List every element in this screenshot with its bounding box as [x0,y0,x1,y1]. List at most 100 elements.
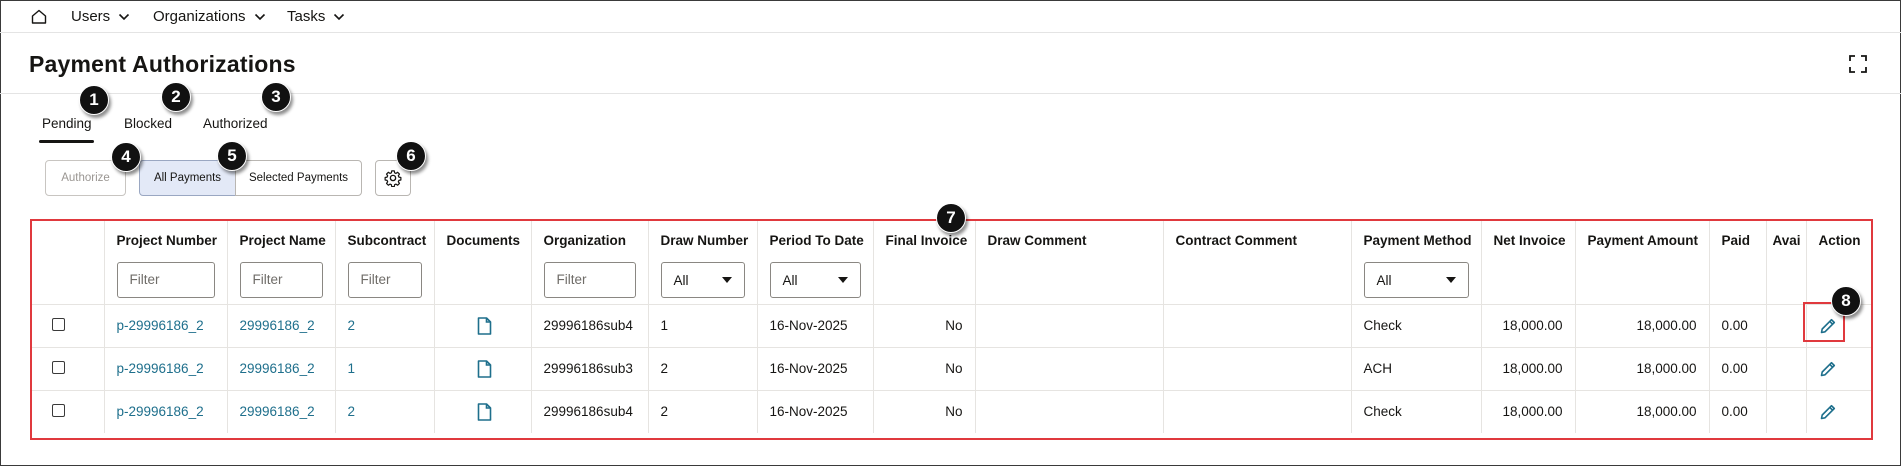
payment-amount-cell: 18,000.00 [1575,347,1710,390]
organization-filter-input[interactable]: Filter [543,262,636,298]
document-icon[interactable] [477,359,492,378]
edit-pencil-icon[interactable] [1819,360,1837,378]
payment-method-cell: ACH [1351,347,1482,390]
draw-number-cell: 2 [648,347,758,390]
payments-table: Project Number Filter Project Name Filte… [32,221,1871,433]
column-header-organization: Organization Filter [531,221,649,304]
column-header-net-invoice: Net Invoice [1481,221,1576,304]
draw-comment-cell [975,304,1164,347]
project-name-link[interactable]: 29996186_2 [227,390,336,433]
column-header-label: Documents [446,233,521,248]
organization-cell: 29996186sub4 [531,390,649,433]
project-number-link[interactable]: p-29996186_2 [104,390,228,433]
column-header-label: Project Name [239,233,326,248]
callout-badge-8: 8 [1831,286,1861,316]
document-icon[interactable] [477,316,492,335]
net-invoice-cell: 18,000.00 [1481,304,1576,347]
period-to-date-cell: 16-Nov-2025 [757,304,874,347]
table-row: p-29996186_2 29996186_2 1 29996186sub3 2… [32,347,1871,390]
period-to-date-filter-select[interactable]: All [769,262,861,298]
tab-pending[interactable]: Pending [42,116,92,131]
column-header-payment-amount: Payment Amount [1575,221,1710,304]
chevron-down-icon [334,13,345,20]
period-to-date-cell: 16-Nov-2025 [757,347,874,390]
column-header-label: Organization [543,233,627,248]
tab-blocked[interactable]: Blocked [124,116,172,131]
tab-authorized[interactable]: Authorized [203,116,268,131]
contract-comment-cell [1163,390,1352,433]
callout-badge-2: 2 [161,82,191,112]
row-select-checkbox[interactable] [52,317,65,331]
payment-amount-cell: 18,000.00 [1575,304,1710,347]
document-icon[interactable] [477,402,492,421]
caret-down-icon [1445,277,1456,283]
column-header-paid: Paid [1709,221,1767,304]
organization-cell: 29996186sub4 [531,304,649,347]
column-header-subcontract: Subcontract Filter [335,221,435,304]
callout-badge-5: 5 [217,141,247,171]
column-header-documents: Documents [434,221,532,304]
column-header-contract-comment: Contract Comment [1163,221,1352,304]
column-header-project-name: Project Name Filter [227,221,336,304]
column-header-label: Draw Number [660,233,749,248]
organization-cell: 29996186sub3 [531,347,649,390]
column-header-available: Avai [1766,221,1807,304]
project-number-filter-input[interactable]: Filter [116,262,215,298]
paid-cell: 0.00 [1709,304,1767,347]
draw-comment-cell [975,347,1164,390]
table-row: p-29996186_2 29996186_2 2 29996186sub4 1… [32,304,1871,347]
column-header-label: Payment Method [1363,233,1472,248]
final-invoice-cell: No [873,347,976,390]
column-header-period-to-date: Period To Date All [757,221,874,304]
table-header-row: Project Number Filter Project Name Filte… [32,221,1871,304]
nav-organizations-label: Organizations [153,8,246,25]
row-select-checkbox[interactable] [52,360,65,374]
select-value: All [673,272,689,288]
paid-cell: 0.00 [1709,347,1767,390]
project-number-link[interactable]: p-29996186_2 [104,304,228,347]
nav-users[interactable]: Users [71,8,130,25]
nav-organizations[interactable]: Organizations [153,8,266,25]
caret-down-icon [721,277,732,283]
select-value: All [782,272,798,288]
payment-method-cell: Check [1351,390,1482,433]
caret-down-icon [837,277,848,283]
available-cell [1766,390,1807,433]
page-title: Payment Authorizations [29,51,296,77]
draw-number-cell: 2 [648,390,758,433]
column-header-label: Subcontract [347,233,427,248]
select-value: All [1376,272,1392,288]
available-cell [1766,347,1807,390]
contract-comment-cell [1163,304,1352,347]
column-header-payment-method: Payment Method All [1351,221,1482,304]
paid-cell: 0.00 [1709,390,1767,433]
project-number-link[interactable]: p-29996186_2 [104,347,228,390]
nav-tasks[interactable]: Tasks [287,8,345,25]
project-name-filter-input[interactable]: Filter [239,262,323,298]
tab-selected-indicator [39,140,94,143]
table-row: p-29996186_2 29996186_2 2 29996186sub4 2… [32,390,1871,433]
subcontract-link[interactable]: 2 [335,390,435,433]
column-header-draw-number: Draw Number All [648,221,758,304]
home-icon[interactable] [31,9,47,24]
project-name-link[interactable]: 29996186_2 [227,347,336,390]
top-nav: Users Organizations Tasks [0,0,1901,33]
row-select-checkbox[interactable] [52,403,65,417]
selected-payments-button[interactable]: Selected Payments [235,160,362,196]
project-name-link[interactable]: 29996186_2 [227,304,336,347]
draw-number-filter-select[interactable]: All [660,262,745,298]
final-invoice-cell: No [873,304,976,347]
nav-tasks-label: Tasks [287,8,326,25]
net-invoice-cell: 18,000.00 [1481,347,1576,390]
edit-pencil-icon[interactable] [1819,403,1837,421]
subcontract-link[interactable]: 1 [335,347,435,390]
period-to-date-cell: 16-Nov-2025 [757,390,874,433]
payment-amount-cell: 18,000.00 [1575,390,1710,433]
nav-users-label: Users [71,8,111,25]
payment-method-filter-select[interactable]: All [1363,262,1469,298]
expand-icon[interactable] [1849,55,1867,73]
subcontract-filter-input[interactable]: Filter [347,262,422,298]
subcontract-link[interactable]: 2 [335,304,435,347]
callout-badge-3: 3 [261,82,291,112]
payment-method-cell: Check [1351,304,1482,347]
